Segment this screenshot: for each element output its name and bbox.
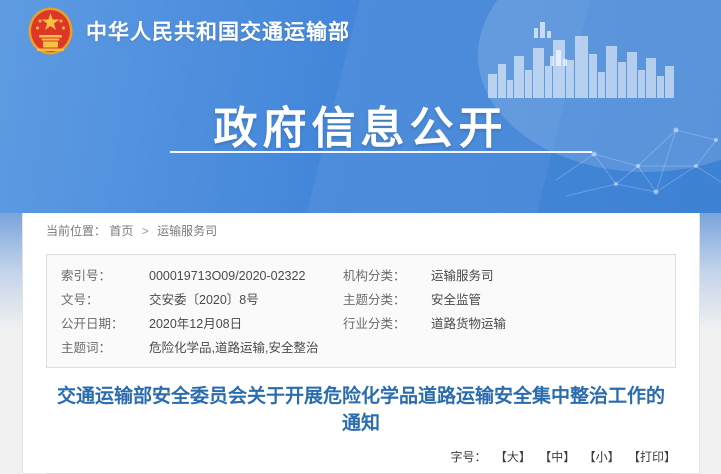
article-title: 交通运输部安全委员会关于开展危险化学品道路运输安全集中整治工作的通知 xyxy=(54,383,668,437)
meta-row-industry-category: 行业分类： 道路货物运输 xyxy=(343,312,661,336)
breadcrumb-separator: > xyxy=(142,224,149,238)
meta-label: 机构分类： xyxy=(343,264,431,288)
meta-value: 道路货物运输 xyxy=(431,312,506,336)
meta-value: 000019713O09/2020-02322 xyxy=(149,264,305,288)
meta-row-index-no: 索引号： 000019713O09/2020-02322 xyxy=(61,264,343,288)
font-size-label: 字号： xyxy=(451,450,487,464)
breadcrumb: 当前位置： 首页 > 运输服务司 xyxy=(46,222,676,240)
print-button[interactable]: 【打印】 xyxy=(628,450,676,464)
meta-column-left: 索引号： 000019713O09/2020-02322 文号： 交安委〔202… xyxy=(61,264,343,360)
page-background: 当前位置： 首页 > 运输服务司 索引号： 000019713O09/2020-… xyxy=(0,213,721,474)
document-meta-panel: 索引号： 000019713O09/2020-02322 文号： 交安委〔202… xyxy=(46,254,676,368)
meta-label: 主题词： xyxy=(61,336,149,360)
meta-row-keywords: 主题词： 危险化学品,道路运输,安全整治 xyxy=(61,336,343,360)
meta-row-doc-no: 文号： 交安委〔2020〕8号 xyxy=(61,288,343,312)
breadcrumb-home-link[interactable]: 首页 xyxy=(109,224,133,238)
breadcrumb-label: 当前位置： xyxy=(46,224,106,238)
meta-value: 运输服务司 xyxy=(431,264,494,288)
meta-value: 交安委〔2020〕8号 xyxy=(149,288,259,312)
banner-page-title: 政府信息公开 xyxy=(0,92,721,156)
meta-label: 行业分类： xyxy=(343,312,431,336)
content-card: 当前位置： 首页 > 运输服务司 索引号： 000019713O09/2020-… xyxy=(22,213,700,474)
meta-row-org-category: 机构分类： 运输服务司 xyxy=(343,264,661,288)
meta-label: 文号： xyxy=(61,288,149,312)
font-medium-button[interactable]: 【中】 xyxy=(539,450,575,464)
breadcrumb-section-link[interactable]: 运输服务司 xyxy=(157,224,217,238)
mini-buildings-icon xyxy=(532,22,572,70)
meta-label: 主题分类： xyxy=(343,288,431,312)
meta-value: 安全监管 xyxy=(431,288,481,312)
font-small-button[interactable]: 【小】 xyxy=(584,450,620,464)
national-emblem-logo[interactable] xyxy=(28,7,73,55)
banner-underline xyxy=(170,151,592,153)
site-header: 中华人民共和国交通运输部 xyxy=(28,7,350,55)
meta-row-publish-date: 公开日期： 2020年12月08日 xyxy=(61,312,343,336)
meta-column-right: 机构分类： 运输服务司 主题分类： 安全监管 行业分类： 道路货物运输 xyxy=(343,264,661,360)
meta-label: 索引号： xyxy=(61,264,149,288)
banner: 中华人民共和国交通运输部 政府信息公开 xyxy=(0,0,721,213)
meta-value: 危险化学品,道路运输,安全整治 xyxy=(149,336,318,360)
meta-value: 2020年12月08日 xyxy=(149,312,242,336)
city-skyline-icon xyxy=(488,36,678,98)
meta-row-topic-category: 主题分类： 安全监管 xyxy=(343,288,661,312)
site-name-link[interactable]: 中华人民共和国交通运输部 xyxy=(86,16,350,46)
font-large-button[interactable]: 【大】 xyxy=(495,450,531,464)
font-size-toolbar: 字号： 【大】 【中】 【小】 【打印】 xyxy=(46,448,676,465)
meta-label: 公开日期： xyxy=(61,312,149,336)
